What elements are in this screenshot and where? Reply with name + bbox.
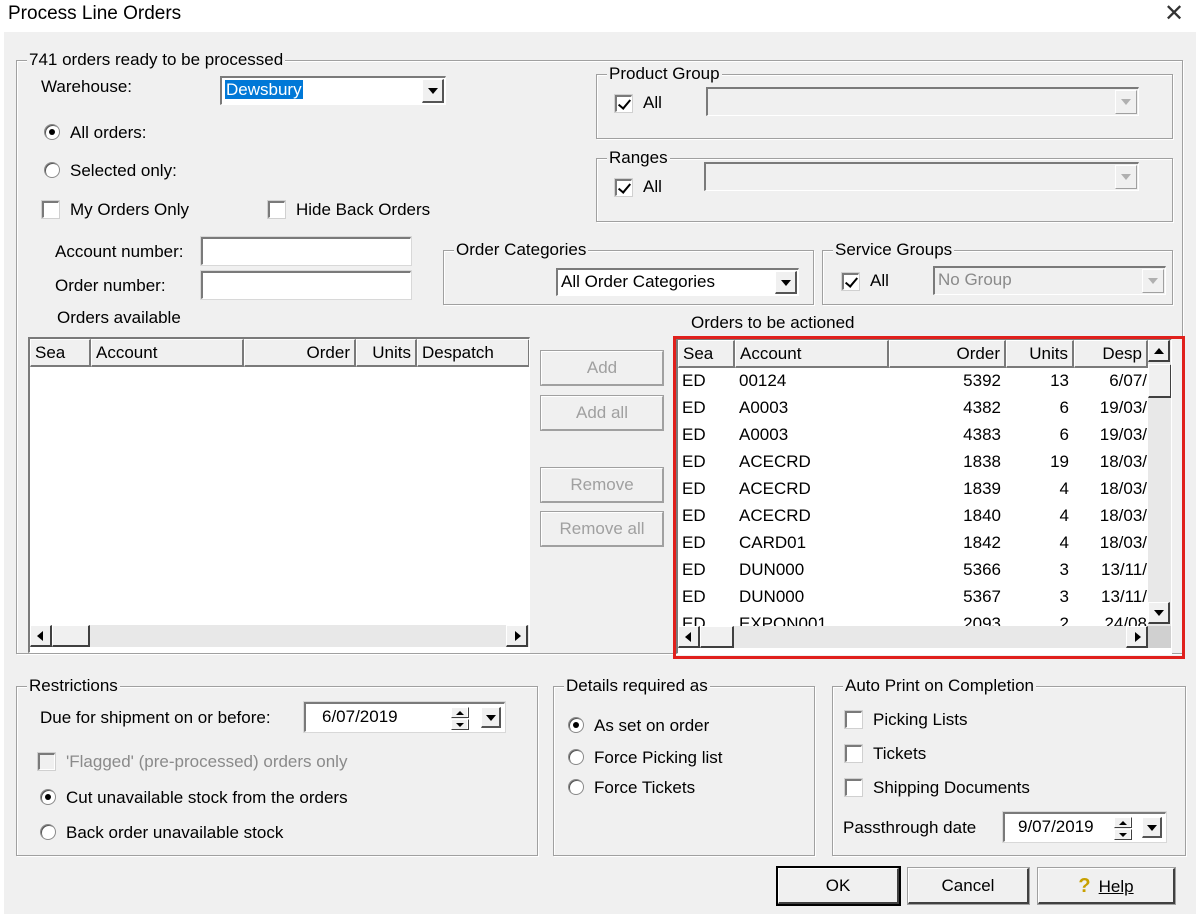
ok-button[interactable]: OK	[776, 866, 901, 906]
highlight-box	[673, 336, 1185, 659]
column-header-units[interactable]: Units	[356, 339, 417, 367]
auto-print-legend: Auto Print on Completion	[843, 676, 1036, 696]
scroll-thumb[interactable]	[52, 625, 90, 647]
back-order-label: Back order unavailable stock	[66, 823, 284, 842]
chevron-down-icon[interactable]	[481, 707, 501, 728]
cancel-button[interactable]: Cancel	[907, 867, 1030, 905]
details-required-box: Details required as	[553, 676, 815, 856]
tickets-label: Tickets	[873, 744, 927, 763]
scroll-right-icon[interactable]	[506, 625, 528, 647]
passthrough-date-value: 9/07/2019	[1018, 817, 1094, 836]
as-set-on-order-label: As set on order	[594, 716, 710, 735]
orders-available-list[interactable]: Sea Account Order Units Despatch	[28, 337, 530, 653]
service-groups-all-checkbox[interactable]	[841, 272, 860, 291]
product-group-all-label: All	[643, 93, 662, 112]
cut-unavailable-radio[interactable]	[40, 789, 56, 805]
help-icon: ?	[1078, 875, 1091, 897]
all-orders-radio[interactable]	[44, 124, 60, 140]
chevron-down-icon[interactable]	[775, 271, 797, 294]
order-number-label: Order number:	[55, 276, 166, 295]
column-header-order[interactable]: Order	[244, 339, 356, 367]
warehouse-value: Dewsbury	[225, 80, 303, 99]
my-orders-only-checkbox[interactable]	[41, 200, 60, 219]
product-group-all-checkbox[interactable]	[614, 94, 633, 113]
passthrough-date-spinner[interactable]	[1114, 817, 1132, 840]
picking-lists-label: Picking Lists	[873, 710, 968, 729]
shipping-documents-checkbox[interactable]	[844, 778, 863, 797]
hide-back-orders-label: Hide Back Orders	[296, 200, 431, 219]
add-all-button[interactable]: Add all	[540, 395, 664, 431]
warehouse-select[interactable]: Dewsbury	[220, 76, 446, 105]
ranges-select[interactable]	[704, 162, 1139, 191]
column-header-sea[interactable]: Sea	[30, 339, 91, 367]
product-group-select[interactable]	[706, 87, 1139, 116]
orders-available-label: Orders available	[57, 308, 181, 327]
chevron-down-icon[interactable]	[1142, 269, 1164, 293]
chevron-down-icon[interactable]	[422, 79, 444, 103]
chevron-down-icon[interactable]	[1115, 165, 1137, 189]
all-orders-label: All orders:	[70, 123, 147, 142]
shipping-documents-label: Shipping Documents	[873, 778, 1030, 797]
order-number-input[interactable]	[200, 270, 412, 300]
service-groups-select[interactable]: No Group	[933, 266, 1166, 295]
account-number-input[interactable]	[200, 236, 412, 266]
help-label: Help	[1098, 877, 1134, 896]
my-orders-only-label: My Orders Only	[70, 200, 190, 219]
details-required-legend: Details required as	[564, 676, 710, 696]
help-button[interactable]: ? Help	[1037, 867, 1176, 905]
scroll-left-icon[interactable]	[30, 625, 52, 647]
orders-ready-legend: 741 orders ready to be processed	[27, 50, 286, 70]
ranges-legend: Ranges	[607, 148, 670, 168]
cut-unavailable-label: Cut unavailable stock from the orders	[66, 788, 348, 807]
back-order-radio[interactable]	[40, 824, 56, 840]
orders-available-header: Sea Account Order Units Despatch	[30, 339, 529, 367]
chevron-down-icon[interactable]	[1115, 90, 1137, 114]
column-header-despatch[interactable]: Despatch	[417, 339, 529, 367]
window-title: Process Line Orders	[8, 3, 182, 24]
orders-to-be-actioned-label: Orders to be actioned	[691, 313, 855, 332]
service-groups-value: No Group	[938, 270, 1012, 289]
due-date-picker[interactable]: 6/07/2019	[303, 701, 506, 733]
title-bar: Process Line Orders ✕	[0, 0, 1198, 30]
order-categories-legend: Order Categories	[454, 240, 589, 260]
remove-all-button[interactable]: Remove all	[540, 511, 664, 547]
service-groups-legend: Service Groups	[833, 240, 955, 260]
force-picking-list-radio[interactable]	[568, 749, 584, 765]
close-icon[interactable]: ✕	[1160, 0, 1188, 28]
chevron-down-icon[interactable]	[1142, 817, 1162, 838]
force-tickets-radio[interactable]	[568, 779, 584, 795]
selected-only-radio[interactable]	[44, 162, 60, 178]
picking-lists-checkbox[interactable]	[844, 710, 863, 729]
force-picking-list-label: Force Picking list	[594, 748, 723, 767]
due-date-spinner[interactable]	[451, 707, 469, 730]
add-button[interactable]: Add	[540, 350, 664, 386]
account-number-label: Account number:	[55, 242, 184, 261]
passthrough-date-picker[interactable]: 9/07/2019	[1002, 811, 1167, 843]
column-header-account[interactable]: Account	[91, 339, 244, 367]
warehouse-label: Warehouse:	[41, 77, 133, 96]
flagged-orders-label: 'Flagged' (pre-processed) orders only	[66, 752, 348, 771]
remove-button[interactable]: Remove	[540, 467, 664, 503]
due-date-value: 6/07/2019	[322, 707, 398, 726]
due-for-shipment-label: Due for shipment on or before:	[40, 708, 271, 727]
order-categories-select[interactable]: All Order Categories	[556, 268, 799, 296]
ranges-all-label: All	[643, 177, 662, 196]
force-tickets-label: Force Tickets	[594, 778, 696, 797]
restrictions-legend: Restrictions	[27, 676, 120, 696]
flagged-orders-checkbox[interactable]	[37, 752, 56, 771]
passthrough-date-label: Passthrough date	[843, 818, 977, 837]
product-group-legend: Product Group	[607, 64, 722, 84]
order-categories-value: All Order Categories	[561, 272, 716, 291]
hide-back-orders-checkbox[interactable]	[267, 200, 286, 219]
as-set-on-order-radio[interactable]	[568, 717, 584, 733]
selected-only-label: Selected only:	[70, 161, 177, 180]
ranges-all-checkbox[interactable]	[614, 178, 633, 197]
service-groups-all-label: All	[870, 271, 889, 290]
orders-available-hscrollbar[interactable]	[30, 625, 529, 647]
tickets-checkbox[interactable]	[844, 744, 863, 763]
